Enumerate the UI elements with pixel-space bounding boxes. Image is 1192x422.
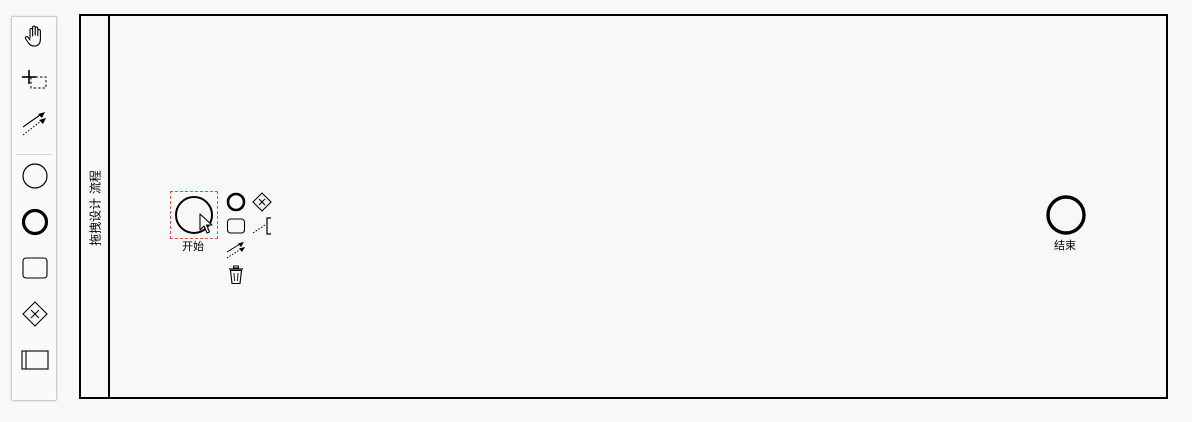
task-icon bbox=[22, 257, 48, 279]
create-end-event-button[interactable] bbox=[12, 202, 58, 242]
create-gateway-button[interactable] bbox=[12, 294, 58, 334]
lasso-tool-button[interactable] bbox=[12, 57, 58, 97]
end-event-label: 结束 bbox=[1054, 239, 1076, 252]
task-icon bbox=[226, 218, 246, 234]
connect-button[interactable] bbox=[225, 239, 247, 261]
start-event-icon bbox=[22, 163, 48, 189]
end-event-icon bbox=[21, 208, 49, 236]
hand-tool-button[interactable] bbox=[12, 17, 58, 57]
pool-label: 拖拽设计 流程 bbox=[88, 170, 103, 246]
gateway-icon bbox=[22, 301, 48, 327]
global-connect-tool-button[interactable] bbox=[12, 103, 58, 143]
trash-icon bbox=[229, 265, 243, 285]
create-pool-button[interactable] bbox=[12, 340, 58, 380]
palette bbox=[11, 16, 57, 401]
mouse-cursor-icon bbox=[199, 213, 213, 234]
append-end-event-button[interactable] bbox=[225, 191, 247, 213]
diagram-canvas[interactable]: 拖拽设计 流程 开始 结束 bbox=[0, 0, 1192, 422]
text-annotation-icon bbox=[252, 217, 271, 235]
end-event-shape[interactable] bbox=[1045, 195, 1087, 237]
lasso-icon bbox=[22, 70, 47, 89]
gateway-icon bbox=[252, 192, 272, 212]
append-text-annotation-button[interactable] bbox=[251, 215, 273, 237]
create-start-event-button[interactable] bbox=[12, 156, 58, 196]
create-task-button[interactable] bbox=[12, 248, 58, 288]
delete-button[interactable] bbox=[225, 264, 247, 286]
connect-icon bbox=[22, 112, 46, 136]
palette-separator bbox=[16, 154, 52, 155]
connect-icon bbox=[226, 242, 245, 259]
start-event-label: 开始 bbox=[182, 240, 204, 253]
hand-icon bbox=[24, 25, 41, 47]
end-event-icon bbox=[226, 192, 246, 212]
append-gateway-button[interactable] bbox=[251, 191, 273, 213]
append-task-button[interactable] bbox=[225, 215, 247, 237]
participant-icon bbox=[21, 350, 49, 370]
